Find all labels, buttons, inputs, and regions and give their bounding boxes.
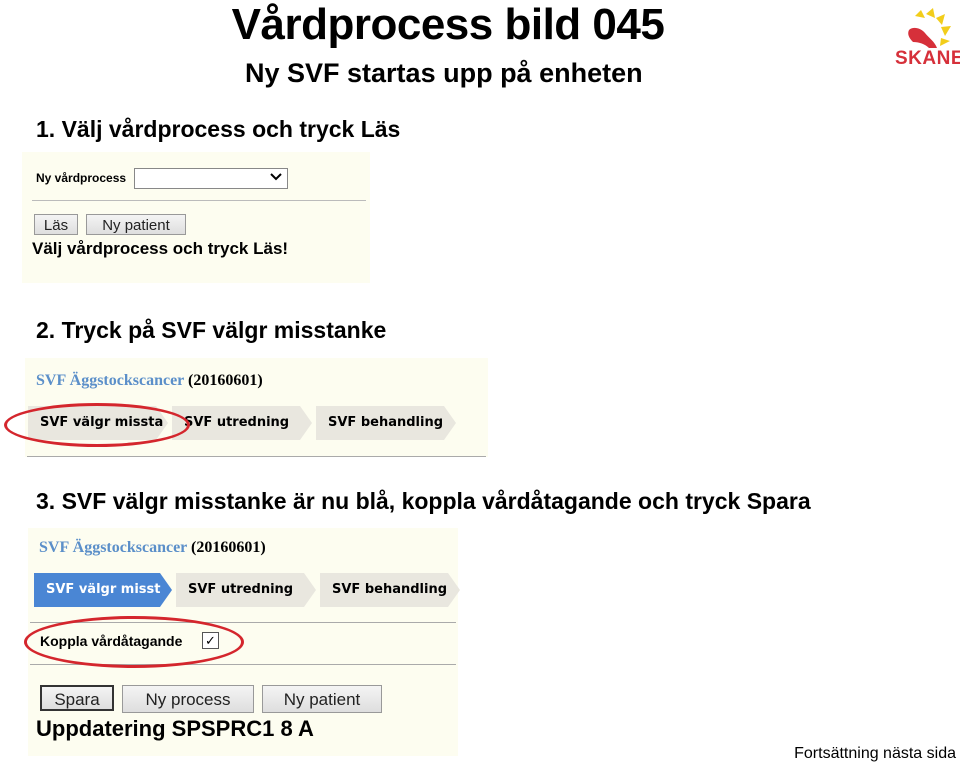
divider (30, 622, 456, 623)
logo-text: SKANE (895, 48, 960, 69)
step-3-label: 3. SVF välgr misstanke är nu blå, koppla… (36, 488, 811, 514)
slide-title: Vårdprocess bild 045 (0, 0, 900, 50)
phase-bar: SVF välgr missta SVF utredning SVF behan… (28, 406, 460, 440)
process-name: SVF Äggstockscancer (39, 539, 187, 556)
region-skane-logo: SKANE (895, 8, 960, 69)
divider (30, 664, 456, 665)
las-button[interactable]: Läs (34, 214, 78, 235)
checkmark-icon: ✓ (205, 633, 216, 648)
ny-process-button-label: Ny process (145, 690, 231, 709)
status-message: Välj vårdprocess och tryck Läs! (32, 239, 289, 258)
process-heading: SVF Äggstockscancer (20160601) (36, 372, 263, 390)
ny-process-button[interactable]: Ny process (122, 685, 254, 713)
phase-bar: SVF välgr misst SVF utredning SVF behand… (34, 573, 464, 607)
phase-tab-behandling[interactable]: SVF behandling (320, 573, 460, 607)
chevron-down-icon (269, 169, 283, 186)
spara-button[interactable]: Spara (40, 685, 114, 711)
divider (32, 200, 366, 201)
step-1-label: 1. Välj vårdprocess och tryck Läs (36, 116, 401, 142)
footer-note: Fortsättning nästa sida (794, 745, 956, 762)
ny-patient-button-label: Ny patient (283, 690, 361, 709)
screenshot-panel-1: Ny vårdprocess Läs Ny patient Välj vårdp… (22, 152, 370, 283)
ny-patient-button-label: Ny patient (102, 217, 170, 234)
spara-button-label: Spara (54, 690, 100, 709)
koppla-label: Koppla vårdåtagande (40, 633, 183, 649)
process-date: (20160601) (187, 372, 263, 389)
slide-title-text: Vårdprocess bild 045 (231, 0, 665, 49)
phase-tab-utredning[interactable]: SVF utredning (172, 406, 312, 440)
divider (27, 456, 486, 457)
process-heading: SVF Äggstockscancer (20160601) (39, 539, 266, 557)
vardprocess-select[interactable] (134, 168, 288, 189)
koppla-checkbox[interactable]: ✓ (202, 632, 219, 649)
process-name: SVF Äggstockscancer (36, 372, 184, 389)
screenshot-panel-3: SVF Äggstockscancer (20160601) SVF välgr… (28, 528, 458, 756)
ny-patient-button[interactable]: Ny patient (262, 685, 382, 713)
select-label: Ny vårdprocess (36, 171, 127, 185)
phase-tab-utredning[interactable]: SVF utredning (176, 573, 316, 607)
las-button-label: Läs (43, 217, 69, 234)
process-date: (20160601) (190, 539, 266, 556)
ny-patient-button[interactable]: Ny patient (86, 214, 186, 235)
step-2-label: 2. Tryck på SVF välgr misstanke (36, 317, 387, 343)
phase-tab-misstanke-active[interactable]: SVF välgr misst (34, 573, 172, 607)
sun-logo-icon (908, 8, 951, 48)
slide-subtitle: Ny SVF startas upp på enheten (245, 58, 643, 88)
screenshot-panel-2: SVF Äggstockscancer (20160601) SVF välgr… (25, 358, 488, 457)
status-message: Uppdatering SPSPRC1 8 A (36, 716, 314, 741)
phase-tab-behandling[interactable]: SVF behandling (316, 406, 456, 440)
phase-tab-misstanke[interactable]: SVF välgr missta (28, 406, 168, 440)
